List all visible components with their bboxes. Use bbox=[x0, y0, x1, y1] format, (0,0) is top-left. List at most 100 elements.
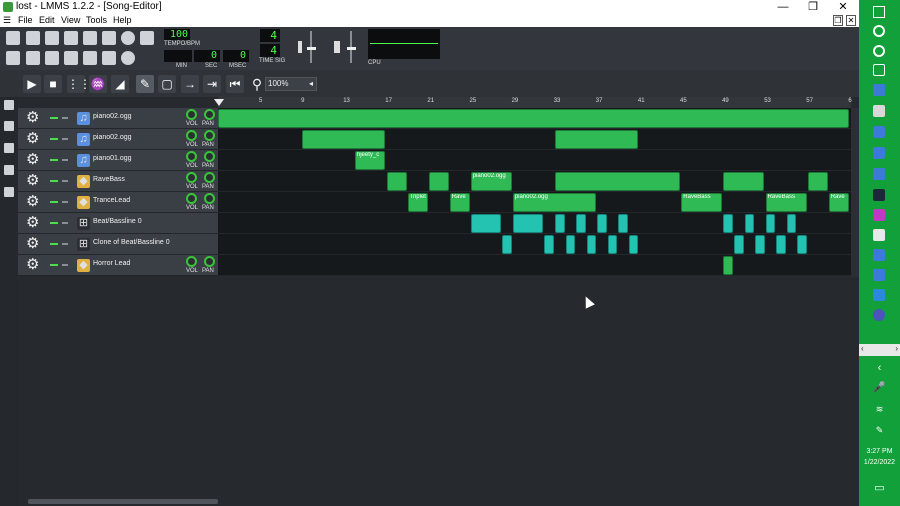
pattern-clip[interactable] bbox=[786, 214, 797, 233]
pattern-clip[interactable] bbox=[218, 109, 849, 128]
task-view-icon[interactable] bbox=[873, 64, 885, 76]
mute-toggle[interactable] bbox=[50, 138, 58, 140]
master-pitch-handle[interactable] bbox=[347, 47, 356, 50]
play-button[interactable]: ▶ bbox=[23, 75, 41, 93]
pattern-clip[interactable]: hjeety_c bbox=[354, 151, 386, 170]
track-lane[interactable]: Triplet Rave piano02.ogg RaveBass RaveBass Ra… bbox=[218, 192, 851, 213]
new-project-icon[interactable] bbox=[6, 31, 20, 45]
song-editor-icon[interactable] bbox=[6, 51, 20, 65]
tempo-display[interactable]: 100 bbox=[164, 29, 190, 40]
track-lane[interactable] bbox=[218, 108, 851, 129]
my-home-icon[interactable] bbox=[4, 165, 14, 175]
gear-icon[interactable]: ⚙ bbox=[26, 215, 39, 231]
horizontal-scrollbar[interactable] bbox=[28, 499, 218, 504]
app-icon[interactable] bbox=[873, 126, 885, 138]
menu-file[interactable]: File bbox=[18, 15, 33, 25]
beat-editor-icon[interactable] bbox=[26, 51, 40, 65]
pattern-clip[interactable]: Rave bbox=[828, 193, 849, 212]
volume-knob[interactable] bbox=[186, 130, 197, 141]
pattern-clip[interactable] bbox=[586, 235, 596, 254]
track-header[interactable]: ⚙ ◆ RaveBass VOL PAN bbox=[18, 171, 218, 192]
track-name[interactable]: Clone of Beat/Bassline 0 bbox=[93, 239, 170, 246]
solo-toggle[interactable] bbox=[62, 180, 68, 182]
save-project-icon[interactable] bbox=[83, 31, 97, 45]
pattern-clip[interactable] bbox=[386, 172, 407, 191]
mute-toggle[interactable] bbox=[50, 222, 58, 224]
pattern-clip[interactable]: RaveBass bbox=[765, 193, 807, 212]
cortana-icon[interactable] bbox=[873, 45, 885, 57]
pattern-clip[interactable] bbox=[723, 172, 765, 191]
pattern-clip[interactable] bbox=[723, 256, 733, 275]
pattern-clip[interactable] bbox=[597, 214, 607, 233]
chevron-right-icon[interactable]: › bbox=[895, 344, 898, 353]
pattern-clip[interactable]: piano02.ogg bbox=[512, 193, 596, 212]
track-name[interactable]: Beat/Bassline 0 bbox=[93, 218, 142, 225]
menu-view[interactable]: View bbox=[61, 15, 80, 25]
auto-scroll-icon[interactable]: → bbox=[181, 75, 199, 93]
track-lane[interactable]: piano02.ogg bbox=[218, 171, 851, 192]
pan-knob[interactable] bbox=[204, 130, 215, 141]
track-header[interactable]: ⚙ ♫ piano02.ogg VOL PAN bbox=[18, 129, 218, 150]
gear-icon[interactable]: ⚙ bbox=[26, 257, 39, 273]
chevron-up-icon[interactable]: ‹ bbox=[859, 362, 900, 374]
pattern-clip[interactable] bbox=[512, 214, 544, 233]
add-beat-track-icon[interactable]: ⋮⋮ bbox=[67, 75, 91, 93]
solo-toggle[interactable] bbox=[62, 117, 68, 119]
pattern-clip[interactable] bbox=[565, 235, 575, 254]
taskbar-scrollbar[interactable]: ‹ › bbox=[859, 344, 900, 356]
teams-icon[interactable] bbox=[873, 309, 885, 321]
track-header[interactable]: ⚙ ♫ piano02.ogg VOL PAN bbox=[18, 108, 218, 129]
pattern-clip[interactable] bbox=[302, 130, 386, 149]
piano-roll-icon[interactable] bbox=[45, 51, 59, 65]
draw-mode-icon[interactable]: ✎ bbox=[136, 75, 154, 93]
pen-icon[interactable]: ✎ bbox=[859, 425, 900, 436]
pattern-clip[interactable] bbox=[555, 130, 639, 149]
pattern-clip[interactable] bbox=[744, 214, 754, 233]
track-lane[interactable]: hjeety_c bbox=[218, 150, 851, 171]
playhead-marker[interactable] bbox=[214, 99, 224, 106]
project-notes-icon[interactable] bbox=[102, 51, 116, 65]
microphone-icon[interactable]: 🎤 bbox=[859, 382, 900, 393]
app-icon[interactable] bbox=[873, 269, 885, 281]
app-icon[interactable] bbox=[873, 147, 885, 159]
gear-icon[interactable]: ⚙ bbox=[26, 194, 39, 210]
pan-knob[interactable] bbox=[204, 172, 215, 183]
stop-behaviour-icon[interactable]: ⏮ bbox=[226, 75, 244, 93]
volume-knob[interactable] bbox=[186, 256, 197, 267]
loop-points-icon[interactable]: ⇥ bbox=[203, 75, 221, 93]
pan-knob[interactable] bbox=[204, 151, 215, 162]
pattern-clip[interactable] bbox=[555, 172, 681, 191]
pattern-clip[interactable] bbox=[470, 214, 502, 233]
pattern-clip[interactable]: piano02.ogg bbox=[470, 172, 512, 191]
track-lane[interactable] bbox=[218, 234, 851, 255]
vertical-scrollbar[interactable] bbox=[851, 108, 859, 277]
zoom-select[interactable]: 100% ◂ bbox=[265, 77, 317, 91]
track-name[interactable]: TranceLead bbox=[93, 197, 130, 204]
mute-toggle[interactable] bbox=[50, 243, 58, 245]
menu-icon[interactable]: ☰ bbox=[3, 15, 11, 26]
menu-tools[interactable]: Tools bbox=[86, 15, 107, 25]
pattern-clip[interactable]: RaveBass bbox=[681, 193, 723, 212]
track-header[interactable]: ⚙ ⊞ Clone of Beat/Bassline 0 bbox=[18, 234, 218, 255]
minimize-button[interactable]: — bbox=[768, 0, 798, 15]
root-directory-icon[interactable] bbox=[4, 187, 14, 197]
app-icon[interactable] bbox=[873, 168, 885, 180]
export-icon[interactable] bbox=[102, 31, 116, 45]
track-name[interactable]: RaveBass bbox=[93, 176, 125, 183]
track-lane[interactable] bbox=[218, 129, 851, 150]
mute-toggle[interactable] bbox=[50, 180, 58, 182]
add-sample-track-icon[interactable]: ♒ bbox=[89, 75, 107, 93]
pattern-clip[interactable] bbox=[618, 214, 628, 233]
pattern-clip[interactable] bbox=[776, 235, 786, 254]
solo-toggle[interactable] bbox=[62, 243, 68, 245]
recent-projects-icon[interactable] bbox=[64, 31, 78, 45]
steam-icon[interactable] bbox=[873, 189, 885, 201]
mute-toggle[interactable] bbox=[50, 117, 58, 119]
solo-toggle[interactable] bbox=[62, 138, 68, 140]
oscilloscope[interactable] bbox=[368, 29, 440, 59]
metronome-icon[interactable] bbox=[140, 31, 154, 45]
pattern-clip[interactable] bbox=[755, 235, 765, 254]
track-name[interactable]: piano01.ogg bbox=[93, 155, 132, 162]
pattern-clip[interactable] bbox=[765, 214, 776, 233]
track-header[interactable]: ⚙ ◆ Horror Lead VOL PAN bbox=[18, 255, 218, 276]
